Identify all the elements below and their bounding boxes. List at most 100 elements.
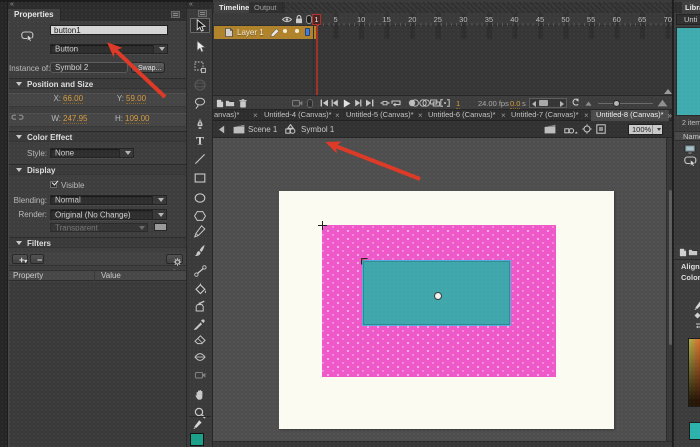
fill-color-swatch[interactable] (190, 433, 204, 446)
h-value[interactable]: 109.00 (125, 114, 149, 124)
swap-button[interactable]: Swap... (131, 62, 165, 73)
new-folder-icon[interactable] (225, 99, 235, 107)
tab-library[interactable]: Libra (682, 2, 700, 13)
panel-color[interactable]: Color (681, 273, 700, 282)
render-select[interactable]: Original (No Change) (50, 209, 167, 220)
center-frame-icon[interactable] (380, 99, 390, 107)
zoom-out-frames-icon[interactable] (585, 101, 592, 106)
edit-multiple-frames-icon[interactable] (430, 99, 440, 107)
inner-rectangle-symbol[interactable] (362, 260, 511, 326)
collapse-dock-icon[interactable]: « (10, 1, 13, 8)
library-new-folder-icon[interactable] (688, 248, 698, 256)
remove-filter-button[interactable]: − (30, 254, 44, 264)
tool-eraser[interactable] (190, 332, 210, 347)
tool-subselection[interactable] (190, 39, 210, 54)
blending-select[interactable]: Normal (50, 195, 167, 205)
center-stage-icon[interactable] (582, 124, 592, 134)
color-picker-gradient[interactable] (688, 338, 700, 407)
tool-camera[interactable] (190, 367, 210, 382)
new-layer-icon[interactable] (216, 99, 224, 108)
delete-layer-icon[interactable] (239, 99, 247, 108)
go-to-last-frame-icon[interactable] (365, 99, 374, 107)
zoom-level-select[interactable]: 100% (628, 124, 663, 135)
current-frame-value[interactable]: 1 (456, 100, 460, 109)
tab-output[interactable]: Output (249, 2, 283, 13)
tool-3d-rotation[interactable] (190, 77, 210, 92)
layer-depth-icon[interactable] (307, 99, 313, 108)
document-tab[interactable]: Untitled-6 (Canvas)* (428, 110, 496, 120)
section-display[interactable]: Display (9, 164, 187, 175)
tool-lasso[interactable] (190, 95, 210, 110)
layer-name[interactable]: Layer 1 (237, 28, 264, 37)
document-tab-active[interactable]: Untitled-8 (Canvas)* (591, 110, 669, 121)
stage[interactable] (279, 191, 614, 429)
section-position-size[interactable]: Position and Size (9, 78, 187, 89)
outer-rectangle-shape[interactable] (322, 225, 556, 377)
panel-menu-icon[interactable] (171, 11, 181, 19)
timeline-scrollbar[interactable] (529, 98, 567, 108)
panel-menu-icon[interactable] (198, 10, 208, 18)
style-select[interactable]: None (50, 148, 134, 158)
close-tab-icon[interactable]: × (501, 111, 506, 120)
y-value[interactable]: 59.00 (126, 94, 146, 104)
stroke-color-icon[interactable] (192, 419, 203, 431)
back-icon[interactable] (218, 125, 225, 134)
edit-scene-icon[interactable] (544, 124, 556, 134)
playhead-line[interactable] (316, 25, 318, 95)
tool-width[interactable] (190, 350, 210, 365)
instance-name-input[interactable] (50, 25, 168, 35)
instance-type-select[interactable]: Button (50, 44, 168, 54)
tab-overflow-icon[interactable]: » (668, 111, 671, 120)
library-name-column[interactable]: Name (675, 131, 700, 141)
tool-zoom[interactable] (190, 405, 210, 420)
clip-content-icon[interactable] (596, 124, 606, 134)
tool-line[interactable] (190, 152, 210, 167)
stage-pasteboard[interactable] (213, 138, 672, 447)
tool-paint-bucket[interactable] (190, 281, 210, 296)
close-tab-icon[interactable]: × (335, 111, 340, 120)
section-color-effect[interactable]: Color Effect (9, 131, 187, 142)
document-tab[interactable]: Untitled-5 (Canvas)* (346, 110, 414, 120)
document-tab-partial[interactable]: anvas)* (214, 110, 239, 120)
zoom-in-frames-icon[interactable] (657, 99, 668, 107)
camera-icon[interactable] (292, 99, 303, 107)
link-width-height-icon[interactable] (11, 112, 24, 122)
tool-hand[interactable] (190, 388, 210, 403)
breadcrumb-scene[interactable]: Scene 1 (248, 125, 277, 134)
filters-options-button[interactable]: ▾ (166, 254, 183, 264)
collapse-dock-icon[interactable]: « (189, 1, 192, 8)
playhead-marker[interactable]: 1 (312, 14, 321, 25)
library-new-symbol-icon[interactable] (679, 248, 687, 257)
show-hide-layers-icon[interactable] (282, 16, 292, 23)
loop-playback-icon[interactable] (391, 99, 401, 107)
library-item-button-icon[interactable] (684, 156, 697, 167)
layer-lock-dot[interactable] (295, 29, 299, 33)
close-tab-icon[interactable]: × (418, 111, 423, 120)
document-tab[interactable]: Untitled-7 (Canvas)* (511, 110, 579, 120)
tool-selection[interactable] (190, 18, 210, 33)
elapsed-time-value[interactable]: 0.0 (510, 100, 520, 109)
layer-visible-dot[interactable] (283, 29, 287, 33)
tool-pen[interactable] (190, 116, 210, 131)
color-swap-icon[interactable] (695, 322, 700, 329)
layer-outline-color-swatch[interactable] (305, 28, 310, 36)
x-value[interactable]: 66.00 (63, 94, 83, 104)
horizontal-scrollbar[interactable] (213, 441, 672, 447)
tool-pencil[interactable] (190, 224, 210, 239)
tool-rectangle[interactable] (190, 170, 210, 185)
tool-free-transform[interactable] (190, 59, 210, 74)
step-forward-icon[interactable] (354, 99, 362, 107)
property-column-header[interactable]: Property (13, 271, 43, 281)
tool-text[interactable]: T (190, 133, 210, 148)
instance-of-field[interactable]: Symbol 2 (50, 62, 128, 73)
tool-polystar[interactable] (190, 208, 210, 223)
play-icon[interactable] (343, 99, 351, 108)
lock-layers-icon[interactable] (295, 15, 303, 24)
tool-bone[interactable] (190, 263, 210, 278)
w-value[interactable]: 247.95 (63, 114, 87, 124)
go-to-first-frame-icon[interactable] (320, 99, 329, 107)
close-tab-icon[interactable]: × (584, 111, 589, 120)
color-fill-icon[interactable] (693, 311, 700, 320)
section-filters[interactable]: Filters (9, 237, 187, 248)
frame-size-slider-thumb[interactable] (613, 100, 620, 107)
